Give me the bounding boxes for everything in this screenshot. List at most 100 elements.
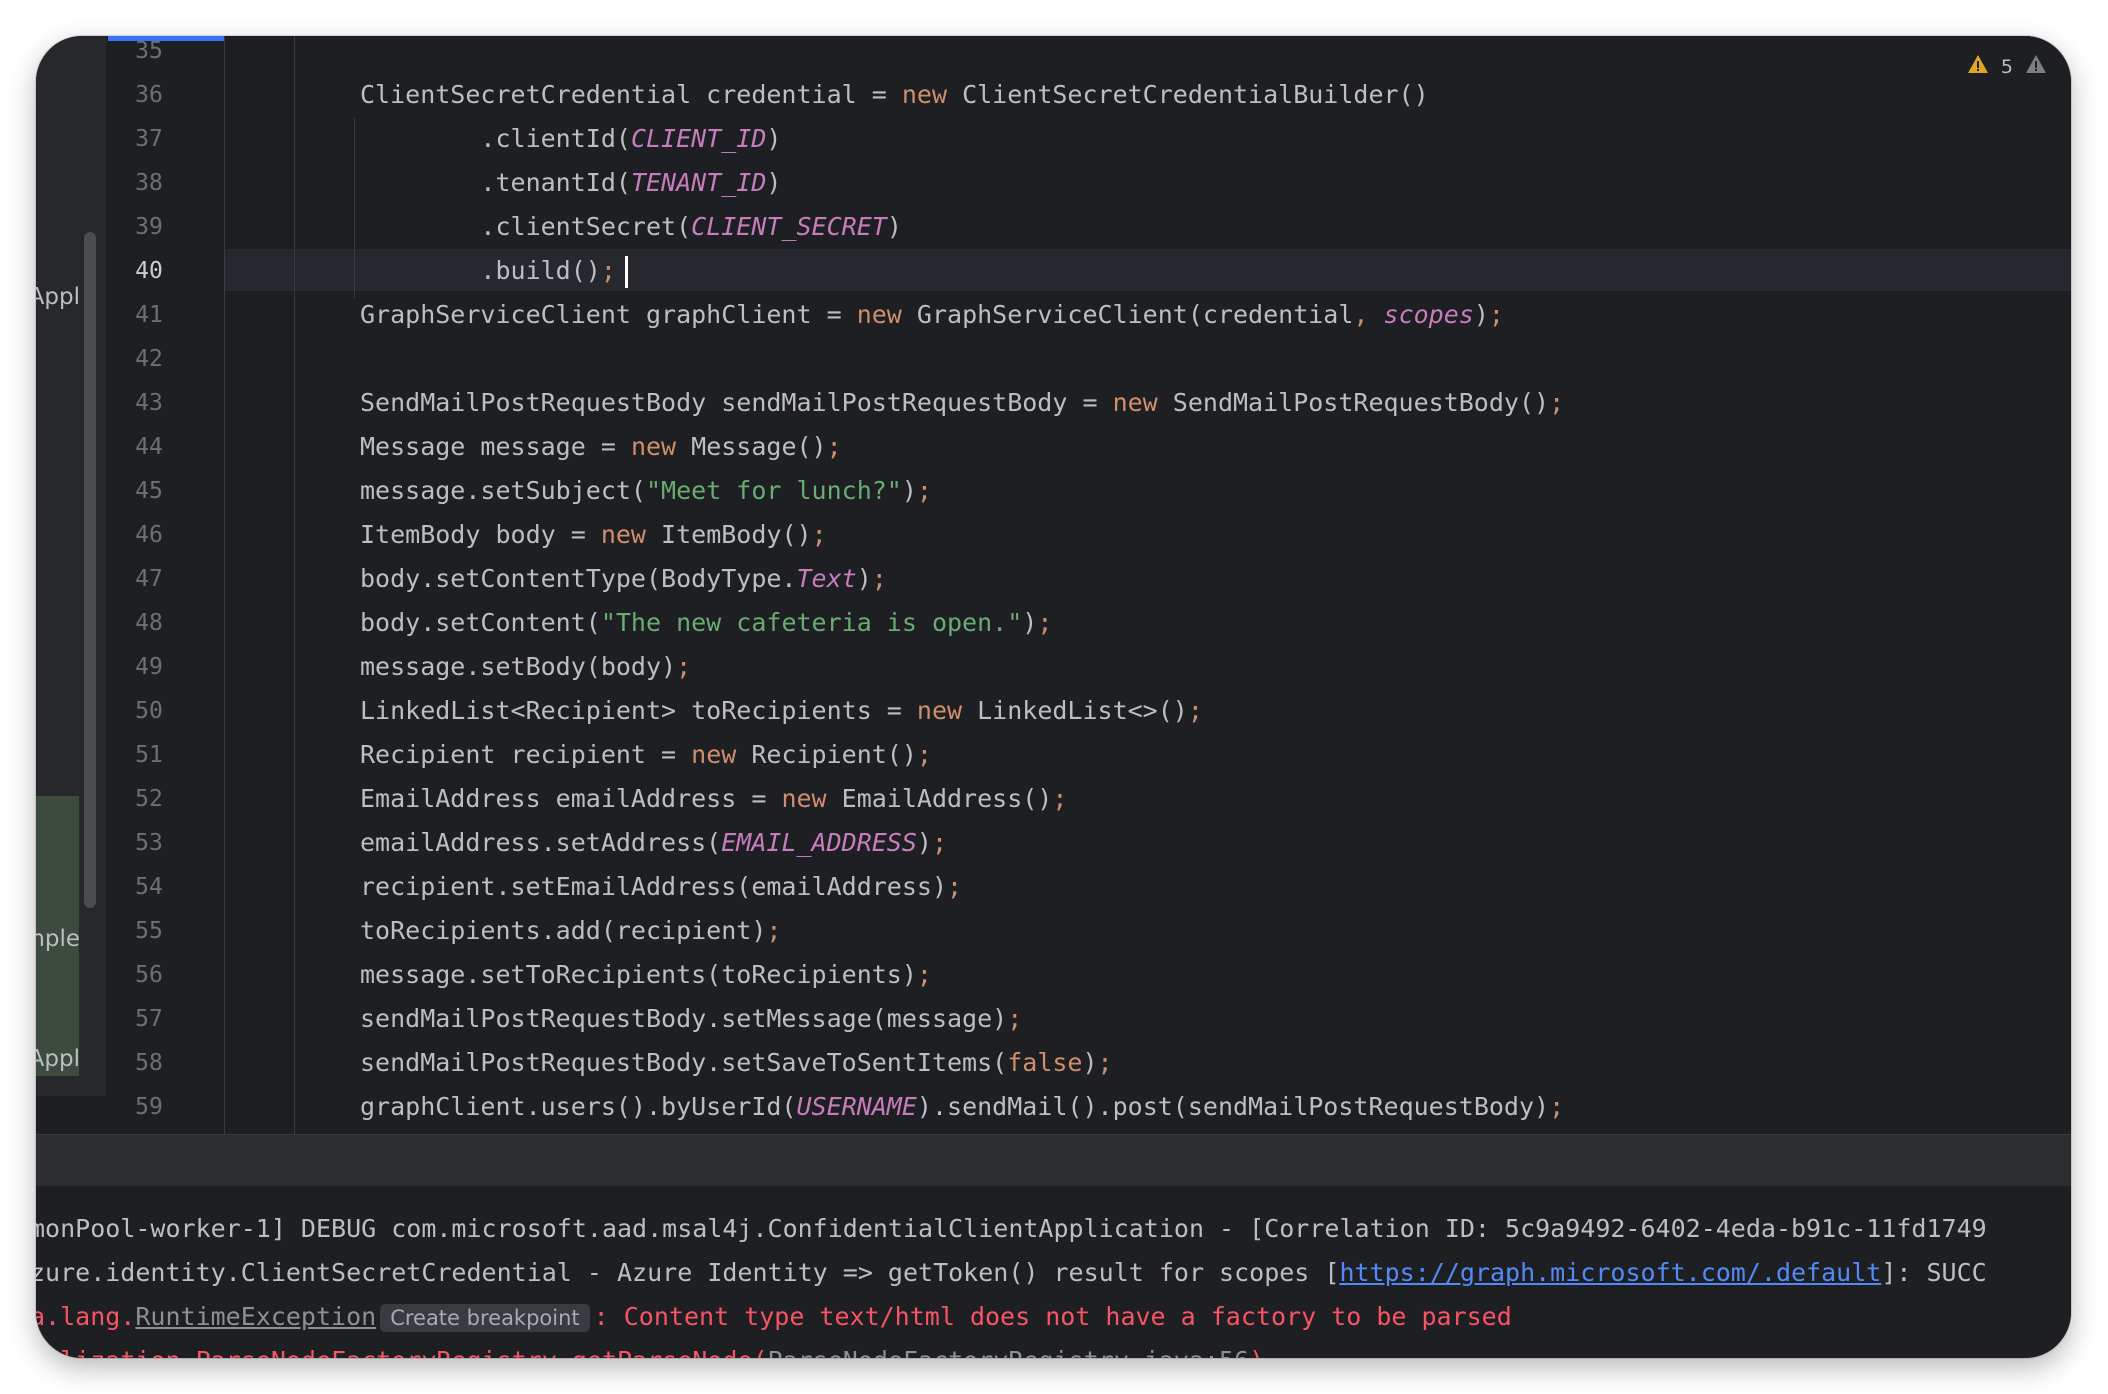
code-line[interactable]: graphClient.users().byUserId(USERNAME).s… [360, 1092, 1564, 1121]
code-token: ; [947, 872, 963, 901]
line-number[interactable]: 54 [116, 874, 182, 900]
console-url-link[interactable]: https://graph.microsoft.com/.default [1339, 1258, 1881, 1287]
line-number[interactable]: 51 [116, 742, 182, 768]
code-token: EmailAddress() [826, 784, 1053, 813]
code-line[interactable]: ItemBody body = new ItemBody(); [360, 520, 827, 549]
code-token: LinkedList<Recipient> toRecipients = [360, 696, 917, 725]
code-token: .clientId( [360, 124, 631, 153]
code-token: message.setToRecipients(toRecipients) [360, 960, 917, 989]
line-number[interactable]: 44 [116, 434, 182, 460]
code-token: ; [1549, 1092, 1565, 1121]
code-line[interactable]: Recipient recipient = new Recipient(); [360, 740, 932, 769]
code-token: ; [1007, 1004, 1023, 1033]
line-number[interactable]: 48 [116, 610, 182, 636]
project-item-label[interactable]: Appl [36, 284, 80, 310]
project-item-label[interactable]: mple [36, 926, 80, 952]
code-line[interactable]: .clientId(CLIENT_ID) [360, 124, 781, 153]
code-token: sendMailPostRequestBody.setMessage(messa… [360, 1004, 1008, 1033]
line-number[interactable]: 35 [116, 38, 182, 64]
line-number[interactable]: 52 [116, 786, 182, 812]
code-token: new [856, 300, 902, 329]
line-number[interactable]: 43 [116, 390, 182, 416]
create-breakpoint-button[interactable]: Create breakpoint [380, 1304, 590, 1332]
code-token: false [1007, 1048, 1083, 1077]
line-number[interactable]: 36 [116, 82, 182, 108]
inspection-widget[interactable]: 5 [1967, 54, 2047, 79]
code-line[interactable]: body.setContent("The new cafeteria is op… [360, 608, 1052, 637]
code-token: Message() [676, 432, 827, 461]
code-token: ; [1037, 608, 1053, 637]
line-number[interactable]: 39 [116, 214, 182, 240]
code-token: new [600, 520, 646, 549]
code-token: ) [1473, 300, 1489, 329]
code-line[interactable]: EmailAddress emailAddress = new EmailAdd… [360, 784, 1067, 813]
project-item-label[interactable]: Appl [36, 1046, 80, 1072]
code-line[interactable]: LinkedList<Recipient> toRecipients = new… [360, 696, 1203, 725]
code-line[interactable]: ClientSecretCredential credential = new … [360, 80, 1429, 109]
code-token: ) [766, 168, 782, 197]
code-line[interactable]: toRecipients.add(recipient); [360, 916, 781, 945]
code-line[interactable]: body.setContentType(BodyType.Text); [360, 564, 887, 593]
line-number[interactable]: 37 [116, 126, 182, 152]
code-token: ; [676, 652, 692, 681]
line-number[interactable]: 55 [116, 918, 182, 944]
exception-class-link[interactable]: RuntimeException [135, 1302, 376, 1331]
code-line[interactable]: message.setToRecipients(toRecipients); [360, 960, 932, 989]
line-number[interactable]: 45 [116, 478, 182, 504]
line-number[interactable]: 38 [116, 170, 182, 196]
error-message: : Content type text/html does not have a… [593, 1302, 1512, 1331]
indent-guide [294, 36, 295, 1134]
code-line[interactable]: .build(); [360, 256, 615, 285]
project-scrollbar[interactable] [84, 232, 96, 908]
code-token: ) [856, 564, 872, 593]
project-tool-window[interactable]: Appl mple Appl [36, 36, 106, 1096]
line-number[interactable]: 53 [116, 830, 182, 856]
line-number[interactable]: 40 [116, 258, 182, 284]
code-token: ) [886, 212, 902, 241]
stack-trace-link[interactable]: ParseNodeFactoryRegistry.java:56 [768, 1346, 1250, 1358]
console-text: ]: SUCC [1881, 1258, 1987, 1287]
line-number[interactable]: 47 [116, 566, 182, 592]
line-number[interactable]: 56 [116, 962, 182, 988]
weak-warning-icon [2025, 54, 2047, 79]
line-number[interactable]: 42 [116, 346, 182, 372]
code-token: EmailAddress emailAddress = [360, 784, 782, 813]
code-line[interactable]: SendMailPostRequestBody sendMailPostRequ… [360, 388, 1564, 417]
code-token: TENANT_ID [630, 168, 767, 197]
code-token: .build() [360, 256, 601, 285]
code-line[interactable]: sendMailPostRequestBody.setSaveToSentIte… [360, 1048, 1113, 1077]
code-line[interactable]: message.setSubject("Meet for lunch?"); [360, 476, 932, 505]
code-token: ; [916, 740, 932, 769]
line-number[interactable]: 41 [116, 302, 182, 328]
console-text: zure.identity.ClientSecretCredential - A… [36, 1258, 1340, 1287]
line-number[interactable]: 57 [116, 1006, 182, 1032]
code-token: scopes [1383, 300, 1474, 329]
line-number[interactable]: 59 [116, 1094, 182, 1120]
code-token: LinkedList<>() [962, 696, 1188, 725]
line-number[interactable]: 46 [116, 522, 182, 548]
code-line[interactable]: message.setBody(body); [360, 652, 691, 681]
code-line[interactable]: .tenantId(TENANT_ID) [360, 168, 781, 197]
code-line[interactable]: Message message = new Message(); [360, 432, 842, 461]
code-line[interactable]: .clientSecret(CLIENT_SECRET) [360, 212, 902, 241]
code-line[interactable]: GraphServiceClient graphClient = new Gra… [360, 300, 1504, 329]
code-token: .tenantId( [360, 168, 631, 197]
line-number[interactable]: 50 [116, 698, 182, 724]
code-line[interactable]: emailAddress.setAddress(EMAIL_ADDRESS); [360, 828, 947, 857]
code-token: .clientSecret( [360, 212, 692, 241]
code-line[interactable]: sendMailPostRequestBody.setMessage(messa… [360, 1004, 1022, 1033]
code-token: ; [916, 476, 932, 505]
code-token: Recipient recipient = [360, 740, 692, 769]
run-tool-window-header[interactable] [36, 1134, 2071, 1187]
code-token: EMAIL_ADDRESS [721, 828, 917, 857]
code-token: ) [1022, 608, 1038, 637]
code-token: ) [1082, 1048, 1098, 1077]
line-number[interactable]: 58 [116, 1050, 182, 1076]
run-console[interactable]: monPool-worker-1] DEBUG com.microsoft.aa… [36, 1186, 2071, 1358]
line-number[interactable]: 49 [116, 654, 182, 680]
code-token: CLIENT_SECRET [691, 212, 887, 241]
code-line[interactable]: recipient.setEmailAddress(emailAddress); [360, 872, 962, 901]
code-token: GraphServiceClient(credential [901, 300, 1354, 329]
code-token: ItemBody() [645, 520, 812, 549]
code-token: emailAddress.setAddress( [360, 828, 722, 857]
